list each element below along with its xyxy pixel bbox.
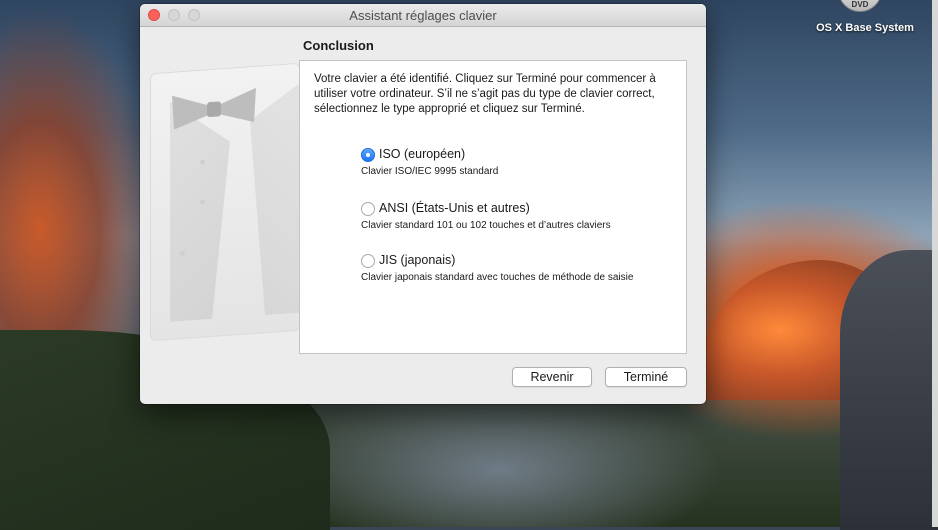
- radio-iso[interactable]: [361, 148, 375, 162]
- tuxedo-illustration: [150, 62, 300, 342]
- radio-jis[interactable]: [361, 254, 375, 268]
- keyboard-setup-window: Assistant réglages clavier Conclusion Vo…: [140, 4, 706, 404]
- content-panel: Votre clavier a été identifié. Cliquez s…: [299, 60, 687, 354]
- title-bar[interactable]: Assistant réglages clavier: [140, 4, 706, 27]
- back-button[interactable]: Revenir: [512, 367, 592, 387]
- disk-label[interactable]: OS X Base System: [810, 22, 920, 34]
- option-description: Clavier ISO/IEC 9995 standard: [361, 166, 499, 177]
- done-button[interactable]: Terminé: [605, 367, 687, 387]
- option-label[interactable]: ANSI (États-Unis et autres): [379, 201, 530, 215]
- radio-ansi[interactable]: [361, 202, 375, 216]
- wallpaper-rock: [840, 250, 938, 530]
- window-title: Assistant réglages clavier: [349, 8, 497, 23]
- identification-message: Votre clavier a été identifié. Cliquez s…: [314, 73, 656, 115]
- option-description: Clavier standard 101 ou 102 touches et d…: [361, 220, 611, 231]
- option-label[interactable]: ISO (européen): [379, 147, 465, 161]
- option-description: Clavier japonais standard avec touches d…: [361, 272, 634, 283]
- bowtie-icon: [172, 87, 256, 130]
- screen-edge: [932, 0, 938, 527]
- option-label[interactable]: JIS (japonais): [379, 253, 455, 267]
- section-title: Conclusion: [303, 38, 374, 53]
